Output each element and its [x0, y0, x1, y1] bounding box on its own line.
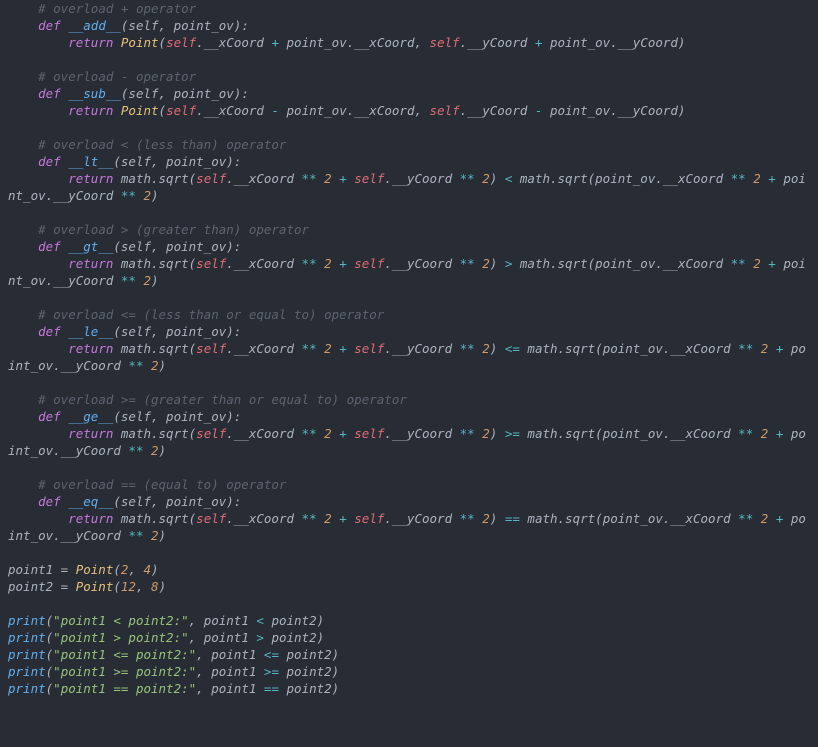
method-name: __add__ — [68, 18, 121, 33]
method-name: __lt__ — [68, 154, 113, 169]
self: self — [166, 35, 196, 50]
method-name: __gt__ — [68, 239, 113, 254]
comment: # overload + operator — [38, 1, 196, 16]
comment: # overload - operator — [38, 69, 196, 84]
var-point1: point1 — [8, 562, 53, 577]
comment: # overload < (less than) operator — [38, 137, 286, 152]
comment: # overload == (equal to) operator — [38, 477, 286, 492]
method-name: __sub__ — [68, 86, 121, 101]
string-literal: "point1 < point2:" — [53, 613, 188, 628]
var-point2: point2 — [8, 579, 53, 594]
comment: # overload > (greater than) operator — [38, 222, 309, 237]
code-editor[interactable]: # overload + operator def __add__(self, … — [0, 0, 818, 697]
method-name: __ge__ — [68, 409, 113, 424]
keyword-def: def — [38, 18, 61, 33]
method-name: __eq__ — [68, 494, 113, 509]
keyword-return: return — [68, 35, 113, 50]
class-point: Point — [121, 35, 159, 50]
comment: # overload <= (less than or equal to) op… — [38, 307, 384, 322]
method-name: __le__ — [68, 324, 113, 339]
print-call: print — [8, 613, 46, 628]
comment: # overload >= (greater than or equal to)… — [38, 392, 407, 407]
params: (self, point_ov): — [121, 18, 249, 33]
